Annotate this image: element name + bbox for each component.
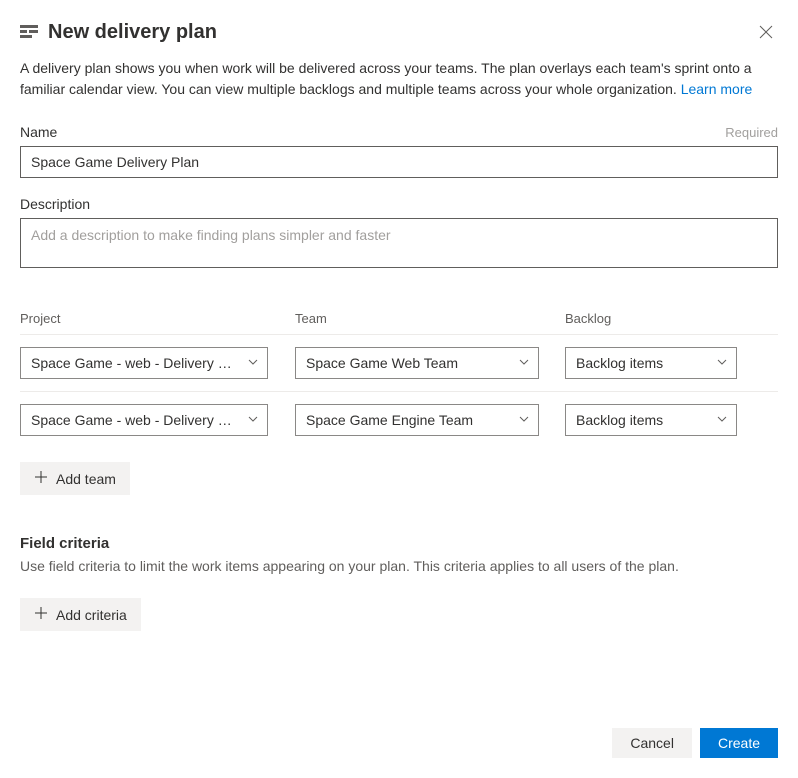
chevron-down-icon (518, 412, 530, 428)
chevron-down-icon (247, 412, 259, 428)
chevron-down-icon (518, 355, 530, 371)
header-left: New delivery plan (20, 21, 217, 44)
chevron-down-icon (716, 412, 728, 428)
table-row: Space Game - web - Delivery pl... Space … (20, 335, 778, 392)
close-button[interactable] (754, 20, 778, 44)
name-label-row: Name Required (20, 124, 778, 140)
dropdown-value: Space Game - web - Delivery pl... (31, 412, 239, 428)
table-header-row: Project Team Backlog (20, 311, 778, 335)
column-header-team: Team (295, 311, 565, 326)
description-label-row: Description (20, 196, 778, 212)
table-row: Space Game - web - Delivery pl... Space … (20, 392, 778, 448)
name-label: Name (20, 124, 57, 140)
add-team-label: Add team (56, 471, 116, 487)
cancel-button[interactable]: Cancel (612, 728, 692, 758)
dropdown-value: Space Game Engine Team (306, 412, 510, 428)
teams-table: Project Team Backlog Space Game - web - … (20, 311, 778, 495)
required-indicator: Required (725, 125, 778, 140)
project-dropdown[interactable]: Space Game - web - Delivery pl... (20, 347, 268, 379)
dropdown-value: Backlog items (576, 412, 708, 428)
chevron-down-icon (716, 355, 728, 371)
close-icon (758, 24, 774, 40)
plus-icon (34, 470, 48, 487)
intro-body: A delivery plan shows you when work will… (20, 60, 752, 97)
learn-more-link[interactable]: Learn more (681, 81, 753, 97)
team-dropdown[interactable]: Space Game Web Team (295, 347, 539, 379)
add-criteria-label: Add criteria (56, 607, 127, 623)
team-dropdown[interactable]: Space Game Engine Team (295, 404, 539, 436)
dropdown-value: Space Game - web - Delivery pl... (31, 355, 239, 371)
description-label: Description (20, 196, 90, 212)
dialog-footer: Cancel Create (612, 728, 778, 758)
add-team-button[interactable]: Add team (20, 462, 130, 495)
name-input[interactable] (20, 146, 778, 178)
column-header-backlog: Backlog (565, 311, 745, 326)
backlog-dropdown[interactable]: Backlog items (565, 404, 737, 436)
dropdown-value: Backlog items (576, 355, 708, 371)
field-criteria-desc: Use field criteria to limit the work ite… (20, 558, 778, 574)
dropdown-value: Space Game Web Team (306, 355, 510, 371)
delivery-plan-icon (20, 24, 38, 40)
field-criteria-title: Field criteria (20, 535, 778, 552)
description-input[interactable] (20, 218, 778, 268)
description-field-group: Description (20, 196, 778, 271)
dialog-title: New delivery plan (48, 21, 217, 44)
add-criteria-button[interactable]: Add criteria (20, 598, 141, 631)
project-dropdown[interactable]: Space Game - web - Delivery pl... (20, 404, 268, 436)
plus-icon (34, 606, 48, 623)
dialog-header: New delivery plan (20, 20, 778, 44)
backlog-dropdown[interactable]: Backlog items (565, 347, 737, 379)
intro-text: A delivery plan shows you when work will… (20, 58, 778, 100)
column-header-project: Project (20, 311, 295, 326)
name-field-group: Name Required (20, 124, 778, 178)
create-button[interactable]: Create (700, 728, 778, 758)
chevron-down-icon (247, 355, 259, 371)
